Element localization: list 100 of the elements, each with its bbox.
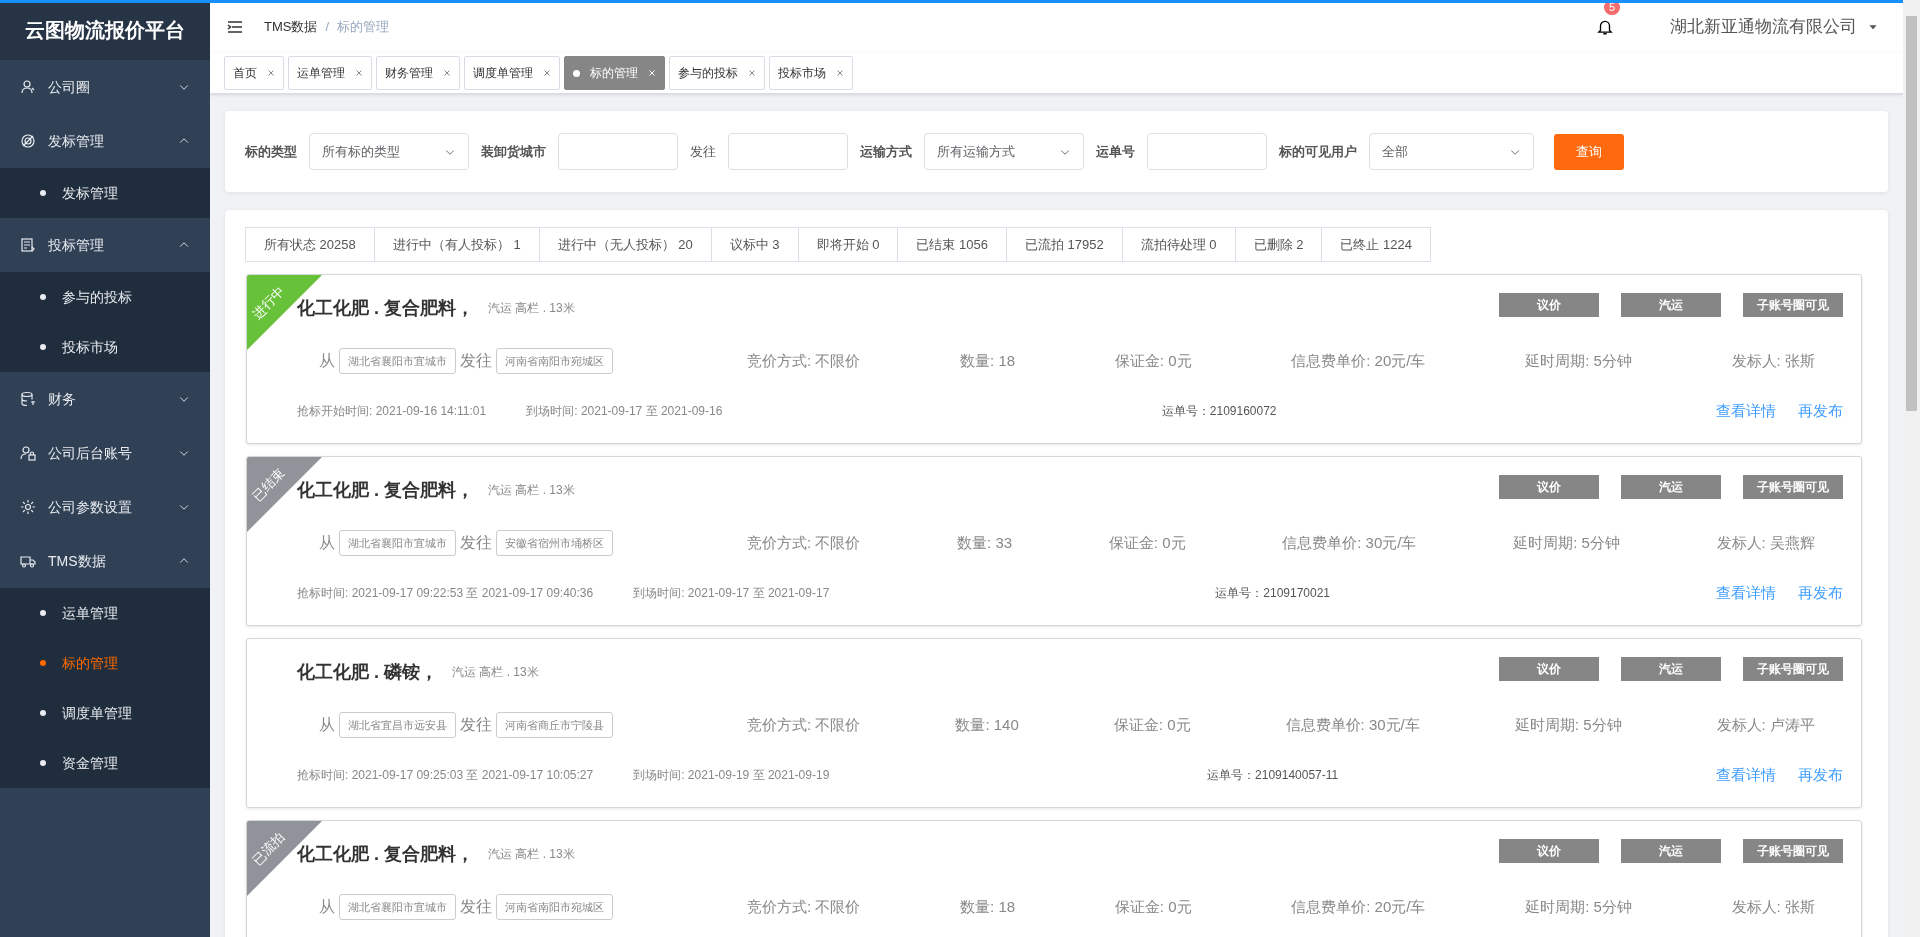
origin-location: 湖北省襄阳市宜城市 <box>339 347 456 375</box>
sidebar-group[interactable]: 发标管理 <box>0 114 210 168</box>
page-tab[interactable]: 首页 <box>224 56 284 90</box>
user-lock-icon <box>20 445 36 461</box>
sidebar-group[interactable]: 公司后台账号 <box>0 426 210 480</box>
select-field[interactable]: 全部 <box>1369 133 1534 170</box>
detail-text: 发标人: 卢涛平 <box>1716 714 1815 735</box>
page-tab[interactable]: 投标市场 <box>769 56 853 90</box>
origin-location: 湖北省襄阳市宜城市 <box>339 893 456 921</box>
database-icon <box>20 391 36 407</box>
route-label: 从 <box>319 533 335 553</box>
sidebar-group[interactable]: 财务 <box>0 372 210 426</box>
scrollbar-thumb[interactable] <box>1906 16 1917 411</box>
status-filter[interactable]: 已结束 1056 <box>897 227 1007 262</box>
detail-text: 信息费单价: 20元/车 <box>1291 350 1426 371</box>
page-tab[interactable]: 调度单管理 <box>464 56 560 90</box>
listing-subtitle: 汽运 高栏 . 13米 <box>452 664 539 681</box>
sidebar-item[interactable]: 运单管理 <box>0 588 210 638</box>
status-filter[interactable]: 即将开始 0 <box>797 227 899 262</box>
tag: 子账号圈可见 <box>1743 475 1843 499</box>
input-field[interactable] <box>728 133 848 170</box>
route-label: 发往 <box>460 351 492 371</box>
input-field[interactable] <box>1147 133 1267 170</box>
detail-text: 竞价方式: 不限价 <box>747 896 861 917</box>
menu-icon <box>226 18 244 35</box>
destination-location: 安徽省宿州市埇桥区 <box>496 529 613 557</box>
detail-text: 保证金: 0元 <box>1108 532 1186 553</box>
sidebar-group-label: TMS数据 <box>48 551 106 571</box>
destination-location: 河南省商丘市宁陵县 <box>496 711 613 739</box>
select-field[interactable]: 所有运输方式 <box>924 133 1084 170</box>
status-filter[interactable]: 已删除 2 <box>1234 227 1323 262</box>
detail-text: 延时周期: 5分钟 <box>1525 350 1632 371</box>
status-filter[interactable]: 进行中（有人投标） 1 <box>373 227 540 262</box>
status-filter[interactable]: 议标中 3 <box>710 227 799 262</box>
sidebar-group-label: 公司后台账号 <box>48 443 132 463</box>
page-tab[interactable]: 参与的投标 <box>669 56 765 90</box>
bid-time-text: 抢标开始时间: 2021-09-16 14:11:01 <box>297 403 487 420</box>
input-field[interactable] <box>558 133 678 170</box>
filter-label: 运输方式 <box>860 142 912 161</box>
route-label: 从 <box>319 351 335 371</box>
page-tab[interactable]: 标的管理 <box>564 56 665 90</box>
detail-text: 数量: 18 <box>960 350 1016 371</box>
tag: 子账号圈可见 <box>1743 839 1843 863</box>
filter-label: 标的可见用户 <box>1279 142 1357 161</box>
detail-text: 竞价方式: 不限价 <box>747 350 861 371</box>
route-label: 发往 <box>460 533 492 553</box>
detail-text: 竞价方式: 不限价 <box>747 532 861 553</box>
detail-text: 信息费单价: 20元/车 <box>1291 896 1426 917</box>
sidebar-item[interactable]: 参与的投标 <box>0 272 210 322</box>
detail-text: 发标人: 张斯 <box>1731 896 1815 917</box>
user-icon <box>20 79 36 95</box>
sidebar-item[interactable]: 发标管理 <box>0 168 210 218</box>
origin-location: 湖北省襄阳市宜城市 <box>339 529 456 557</box>
detail-text: 保证金: 0元 <box>1114 350 1192 371</box>
sidebar-group-label: 财务 <box>48 389 76 409</box>
arrival-time-text: 到场时间: 2021-09-19 至 2021-09-19 <box>633 767 830 784</box>
scrollbar[interactable] <box>1903 0 1920 937</box>
listing-title: 化工化肥 . 磷铵， <box>297 660 438 684</box>
detail-text: 竞价方式: 不限价 <box>747 714 861 735</box>
tag: 议价 <box>1499 657 1599 681</box>
waybill-number: 运单号：2109140057-11 <box>1207 767 1339 784</box>
status-filter[interactable]: 所有状态 20258 <box>245 227 375 262</box>
filter-label: 发往 <box>690 142 716 161</box>
bid-time-text: 抢标时间: 2021-09-17 09:22:53 至 2021-09-17 09:40:36 <box>297 585 594 602</box>
select-field[interactable]: 所有标的类型 <box>309 133 469 170</box>
status-filter[interactable]: 已流拍 17952 <box>1005 227 1123 262</box>
sidebar-item[interactable]: 调度单管理 <box>0 688 210 738</box>
listing-subtitle: 汽运 高栏 . 13米 <box>488 300 575 317</box>
tag: 汽运 <box>1621 475 1721 499</box>
route-label: 从 <box>319 715 335 735</box>
caret-icon <box>1869 22 1877 31</box>
company-dropdown[interactable]: 湖北新亚通物流有限公司 <box>1664 12 1883 41</box>
sidebar-group[interactable]: 投标管理 <box>0 218 210 272</box>
detail-text: 数量: 33 <box>957 532 1013 553</box>
breadcrumb-item[interactable]: TMS数据 <box>264 16 318 37</box>
status-filter[interactable]: 已终止 1224 <box>1321 227 1431 262</box>
detail-text: 数量: 140 <box>955 714 1019 735</box>
sidebar-group[interactable]: 公司圈 <box>0 60 210 114</box>
destination-location: 河南省南阳市宛城区 <box>496 347 613 375</box>
close-icon <box>267 69 275 77</box>
tag: 汽运 <box>1621 657 1721 681</box>
page-tab[interactable]: 财务管理 <box>376 56 460 90</box>
page-tab[interactable]: 运单管理 <box>288 56 372 90</box>
sidebar-group[interactable]: TMS数据 <box>0 534 210 588</box>
sidebar-item[interactable]: 资金管理 <box>0 738 210 788</box>
route-label: 发往 <box>460 715 492 735</box>
route-label: 从 <box>319 897 335 917</box>
filter-label: 运单号 <box>1096 142 1135 161</box>
sidebar-item[interactable]: 标的管理 <box>0 638 210 688</box>
truck-icon <box>20 553 36 569</box>
sidebar-group[interactable]: 公司参数设置 <box>0 480 210 534</box>
breadcrumb-separator: / <box>325 17 330 36</box>
sidebar-item[interactable]: 投标市场 <box>0 322 210 372</box>
status-filter[interactable]: 流拍待处理 0 <box>1121 227 1236 262</box>
sidebar-group-label: 发标管理 <box>48 131 104 151</box>
breadcrumb-item: 标的管理 <box>337 17 390 36</box>
detail-text: 信息费单价: 30元/车 <box>1282 532 1417 553</box>
close-icon <box>648 69 656 77</box>
status-filter[interactable]: 进行中（无人投标） 20 <box>538 227 712 262</box>
origin-location: 湖北省宜昌市远安县 <box>339 711 456 739</box>
